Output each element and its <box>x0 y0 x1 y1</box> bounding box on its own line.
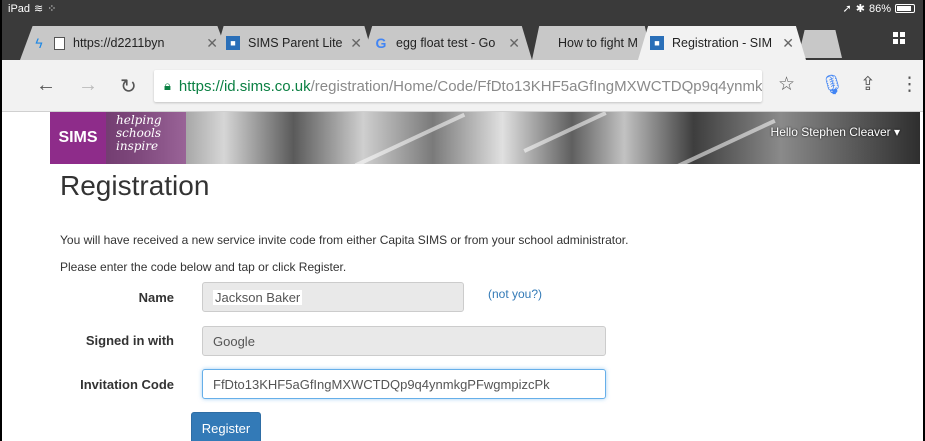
sims-icon: ■ <box>650 36 664 50</box>
tab-title: egg float test - Go <box>396 36 496 50</box>
name-field: Jackson Baker <box>202 282 464 312</box>
name-value: Jackson Baker <box>213 289 303 305</box>
loading-icon: ⁘ <box>47 3 57 15</box>
location-icon: ➚ <box>842 3 852 15</box>
tab-title: How to fight M <box>558 36 638 50</box>
url-path: /registration/Home/Code/FfDto13KHF5aGfIn… <box>310 77 762 95</box>
tab-title: Registration - SIM <box>672 36 773 50</box>
page-title: Registration <box>60 170 210 201</box>
bolt-icon: ϟ <box>35 35 43 51</box>
close-icon[interactable]: ✕ <box>508 35 520 52</box>
bluetooth-icon: ✱ <box>855 3 865 15</box>
share-icon[interactable]: ⇪ <box>860 73 876 96</box>
close-icon[interactable]: ✕ <box>206 35 218 52</box>
reload-icon[interactable]: ↻ <box>120 74 137 99</box>
browser-toolbar: ← → ↻ 🔒︎ https://id.sims.co.uk/registrat… <box>2 60 923 112</box>
invitation-code-input[interactable]: FfDto13KHF5aGfIngMXWCTDQp9q4ynmkgPFwgmpi… <box>202 369 606 399</box>
tab-strip: ϟ https://d2211byn ✕ ■ SIMS Parent Lite … <box>2 18 923 60</box>
back-icon[interactable]: ← <box>36 74 56 97</box>
user-menu[interactable]: Hello Stephen Cleaver ▾ <box>771 125 900 139</box>
google-icon: G <box>375 35 387 51</box>
lock-icon: 🔒︎ <box>164 78 171 93</box>
menu-icon[interactable]: ⋮ <box>900 73 919 96</box>
sims-icon: ■ <box>226 36 240 50</box>
tab-3[interactable]: G egg float test - Go ✕ <box>362 26 532 60</box>
intro-text: You will have received a new service inv… <box>60 233 629 247</box>
sims-logo[interactable]: SIMS <box>50 112 106 164</box>
tagline-line: inspire <box>116 139 159 153</box>
new-tab-button[interactable] <box>798 30 842 58</box>
ipad-screen: iPad ≋ ⁘ ➚ ✱ 86% ϟ https://d2211byn ✕ ■ … <box>0 0 925 441</box>
site-banner: SIMS helping schools inspire Hello Steph… <box>50 112 920 164</box>
battery-icon <box>895 4 915 13</box>
tab-registration[interactable]: ■ Registration - SIM ✕ <box>638 26 806 60</box>
battery-percent: 86% <box>868 2 891 15</box>
forward-icon[interactable]: → <box>78 74 98 97</box>
url-host: https://id.sims.co.uk <box>178 77 311 95</box>
register-button[interactable]: Register <box>191 412 261 441</box>
instruction-text: Please enter the code below and tap or c… <box>60 260 347 274</box>
tab-title: https://d2211byn <box>73 36 165 50</box>
name-label: Name <box>138 290 174 305</box>
document-icon <box>54 36 65 50</box>
tab-2[interactable]: ■ SIMS Parent Lite - ✕ <box>214 26 374 60</box>
address-bar[interactable]: 🔒︎ https://id.sims.co.uk/registration/Ho… <box>154 70 762 102</box>
wifi-icon: ≋ <box>34 3 44 15</box>
signed-in-field: Google <box>202 326 606 356</box>
tab-title: SIMS Parent Lite - <box>248 36 345 50</box>
tab-1[interactable]: ϟ https://d2211byn ✕ <box>20 26 230 60</box>
star-icon[interactable]: ☆ <box>778 73 795 96</box>
caret-down-icon: ▾ <box>893 125 900 139</box>
status-bar: iPad ≋ ⁘ ➚ ✱ 86% <box>2 0 923 18</box>
microphone-icon[interactable]: 🎙︎ <box>820 73 844 97</box>
signed-in-label: Signed in with <box>85 333 174 348</box>
not-you-link[interactable]: (not you?) <box>488 287 542 301</box>
close-icon[interactable]: ✕ <box>350 35 362 52</box>
tab-4[interactable]: How to fight M <box>532 26 652 60</box>
close-icon[interactable]: ✕ <box>782 35 794 52</box>
greeting: Hello Stephen Cleaver <box>770 125 891 139</box>
device-label: iPad <box>8 2 31 15</box>
tagline: helping schools inspire <box>106 112 186 164</box>
tab-switcher-icon[interactable] <box>893 32 905 44</box>
invitation-code-label: Invitation Code <box>80 377 174 392</box>
